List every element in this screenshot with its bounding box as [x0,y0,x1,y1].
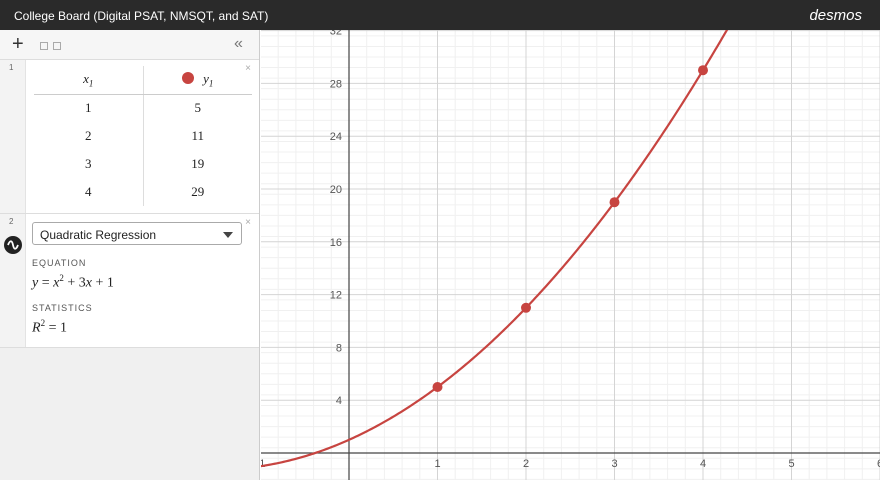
eq-term-b: + 1 [91,275,114,291]
regression-type-value: Quadratic Regression [40,228,157,242]
expression-gutter: 2 [0,214,26,347]
graph-canvas[interactable]: -112345648121620242832 [242,0,880,480]
top-bar: College Board (Digital PSAT, NMSQT, and … [0,0,880,30]
y-tick-label: 32 [330,30,342,38]
app-title: College Board (Digital PSAT, NMSQT, and … [14,9,269,23]
table-cell-x[interactable]: 3 [34,150,144,178]
table-row: 15 [34,94,252,122]
y-tick-label: 28 [330,78,342,90]
table-cell-x[interactable]: 1 [34,94,144,122]
desmos-logo: desmos [809,7,862,24]
y-tick-label: 8 [336,342,342,354]
add-expression-button[interactable]: + [12,33,24,55]
data-point[interactable] [698,65,708,76]
table-cell-y[interactable]: 19 [143,150,252,178]
r-squared: R2 = 1 [32,318,67,337]
regression-type-select[interactable]: Quadratic Regression [32,222,242,245]
expression-index: 2 [9,217,14,226]
regression-curve[interactable] [242,0,747,470]
expression-table[interactable]: 1 × x1 y1 1 5 2 11 3 19 4 29 [0,60,259,214]
y-tick-label: 16 [330,237,342,249]
graph-paper[interactable]: -112345648121620242832 [242,0,880,480]
x-tick-label: 3 [611,458,617,470]
expression-gutter: 1 [0,60,26,213]
table-header-x[interactable]: x1 [34,66,144,95]
expression-toolbar: + « [0,30,259,60]
undo-icon[interactable] [40,42,48,50]
regression-equation: y = x2 + 3x + 1 [32,273,114,292]
table-cell-x[interactable]: 4 [34,178,144,206]
delete-expression-icon[interactable]: × [245,217,251,228]
y-column-sub: 1 [208,78,214,89]
data-point[interactable] [521,302,531,313]
table-cell-y[interactable]: 5 [143,94,252,122]
statistics-label: STATISTICS [32,303,93,313]
x-tick-label: 4 [700,458,706,470]
expression-regression[interactable]: 2 × Quadratic Regression EQUATION y = x2… [0,214,259,348]
x-tick-label: -1 [261,458,265,470]
data-point[interactable] [432,382,443,392]
table-row: 2 11 [34,122,252,150]
x-tick-label: 5 [788,458,794,470]
expression-index: 1 [9,63,14,72]
y-tick-label: 12 [330,290,342,302]
regression-wave-icon[interactable] [4,236,22,254]
table-cell-y[interactable]: 11 [143,122,252,150]
data-point[interactable] [609,197,620,208]
y-tick-label: 20 [330,184,342,196]
series-color-icon[interactable] [182,71,195,84]
stat-r: R [32,320,41,336]
table-row: 3 19 [34,150,252,178]
x-tick-label: 2 [523,458,529,470]
redo-icon[interactable] [53,42,61,50]
table-header-y[interactable]: y1 [143,66,252,95]
eq-equals: = [38,275,54,291]
x-tick-label: 1 [434,458,440,470]
y-tick-label: 24 [330,131,342,143]
data-table: x1 y1 1 5 2 11 3 19 4 29 [34,66,252,206]
equation-label: EQUATION [32,258,87,268]
x-column-sub: 1 [88,78,94,89]
table-row: 4 29 [34,178,252,206]
chevron-down-icon [223,232,233,238]
eq-term-a: + 3 [63,275,86,291]
collapse-list-button[interactable]: « [234,35,243,53]
y-tick-label: 4 [336,395,342,407]
table-cell-x[interactable]: 2 [34,122,144,150]
expression-list: + « 1 × x1 y1 1 5 2 11 3 19 4 29 2 × Qua… [0,30,260,480]
table-cell-y[interactable]: 29 [143,178,252,206]
stat-value: = 1 [45,320,67,336]
